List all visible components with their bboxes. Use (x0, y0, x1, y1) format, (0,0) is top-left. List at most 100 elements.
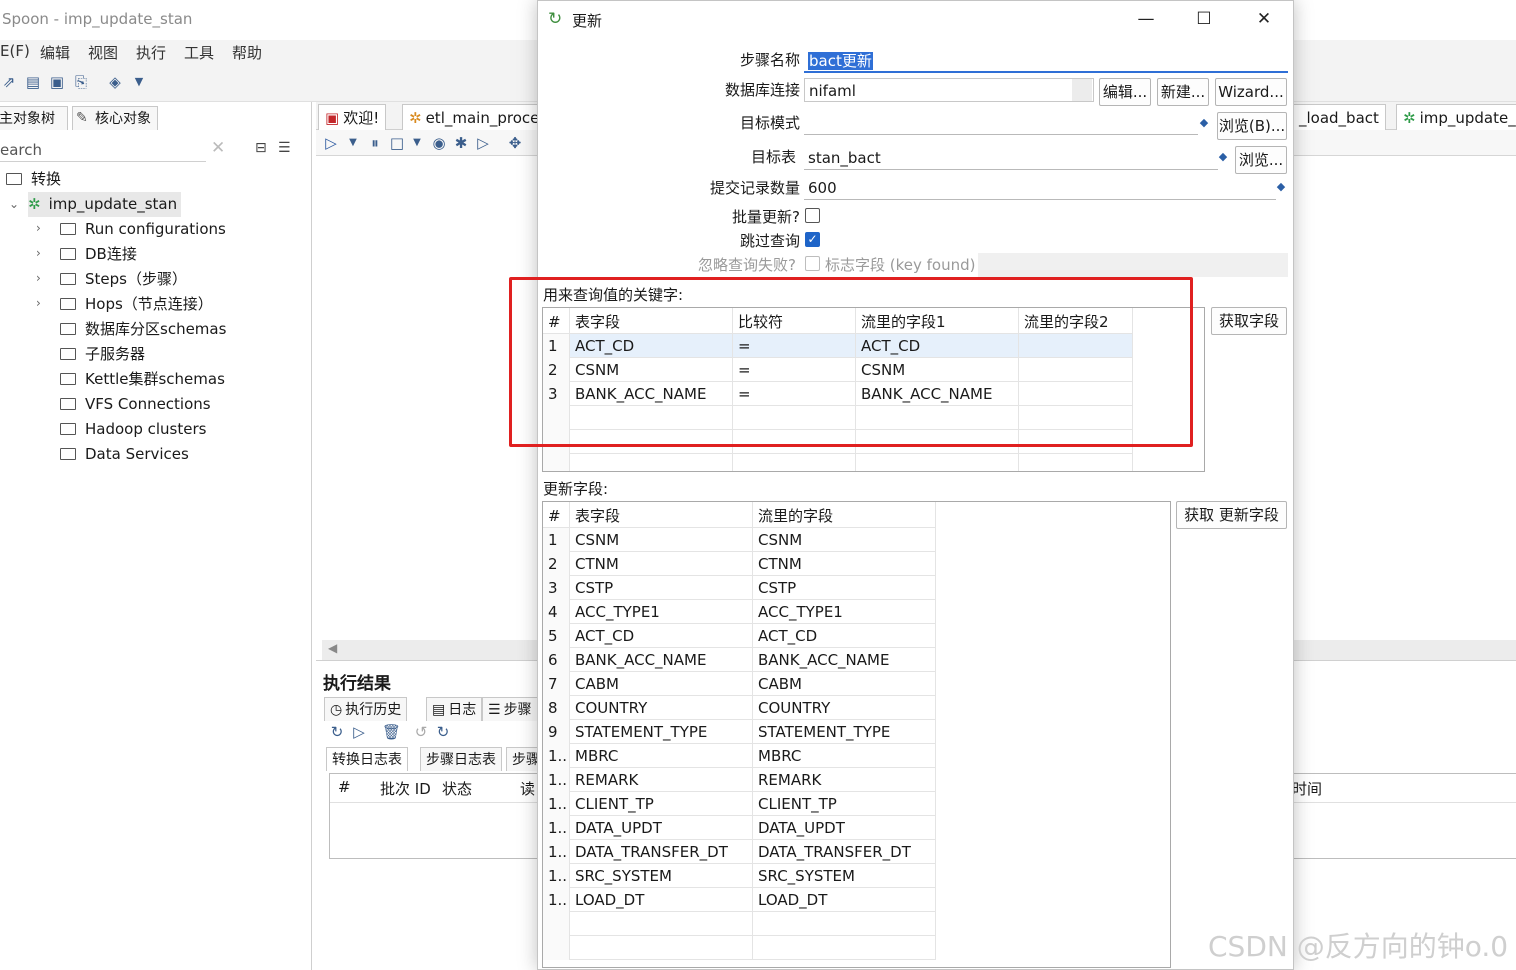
batch-update-checkbox[interactable] (805, 208, 820, 223)
commit-size-input[interactable]: 600 (804, 176, 1276, 200)
update-grid-cell[interactable]: 3 (543, 576, 570, 600)
update-grid-cell[interactable] (753, 912, 936, 936)
update-grid-cell[interactable]: ACT_CD (570, 624, 753, 648)
update-grid-cell[interactable]: REMARK (753, 768, 936, 792)
key-grid-cell[interactable] (1019, 454, 1133, 471)
key-grid-row[interactable] (543, 454, 1133, 471)
replay-icon[interactable]: ▷ (350, 723, 368, 741)
update-grid-row[interactable]: 7 CABM CABM (543, 672, 936, 696)
update-grid-row[interactable]: 1.. MBRC MBRC (543, 744, 936, 768)
browse-table-button[interactable]: 浏览... (1235, 146, 1287, 174)
tab-welcome[interactable]: ▣ 欢迎! (318, 104, 387, 130)
key-grid-row[interactable] (543, 406, 1133, 430)
update-grid-row[interactable]: 6 BANK_ACC_NAME BANK_ACC_NAME (543, 648, 936, 672)
update-grid-row[interactable]: 1.. REMARK REMARK (543, 768, 936, 792)
tree-item[interactable]: DB连接 (60, 242, 137, 267)
update-grid-row[interactable]: 1.. DATA_TRANSFER_DT DATA_TRANSFER_DT (543, 840, 936, 864)
chevron-down-icon[interactable]: ▼ (344, 134, 362, 152)
update-grid-cell[interactable]: 9 (543, 720, 570, 744)
key-grid-cell[interactable] (543, 406, 570, 430)
tree-item[interactable]: Kettle集群schemas (60, 367, 225, 392)
update-grid-row[interactable]: 1.. CLIENT_TP CLIENT_TP (543, 792, 936, 816)
key-grid-cell[interactable]: 1 (543, 334, 570, 358)
menu-view[interactable]: 视图 (88, 42, 118, 63)
tab-step-log[interactable]: 步骤日志表 (420, 747, 502, 771)
key-grid-cell[interactable]: = (733, 334, 856, 358)
update-grid-cell[interactable]: 1.. (543, 864, 570, 888)
update-grid-cell[interactable]: DATA_UPDT (753, 816, 936, 840)
chevron-down-icon[interactable]: ▼ (408, 134, 426, 152)
get-fields-button[interactable]: 获取字段 (1211, 307, 1287, 335)
update-grid-cell[interactable]: LOAD_DT (570, 888, 753, 912)
update-grid-row[interactable]: 4 ACC_TYPE1 ACC_TYPE1 (543, 600, 936, 624)
update-grid-cell[interactable] (570, 912, 753, 936)
tab-log[interactable]: ▤ 日志 (426, 697, 483, 721)
key-grid-cell[interactable]: ACT_CD (856, 334, 1019, 358)
expand-tree-icon[interactable]: ☰ (278, 140, 291, 156)
tree-item-transform[interactable]: ✲ imp_update_stan (28, 192, 182, 217)
key-grid-cell[interactable]: CSNM (856, 358, 1019, 382)
update-grid-cell[interactable]: DATA_TRANSFER_DT (753, 840, 936, 864)
update-grid-cell[interactable]: REMARK (570, 768, 753, 792)
update-grid-cell[interactable]: CSTP (570, 576, 753, 600)
tab-trans-log[interactable]: 转换日志表 (326, 747, 408, 771)
flag-field-input[interactable] (978, 253, 1288, 277)
update-grid-cell[interactable]: ACT_CD (753, 624, 936, 648)
target-schema-input[interactable] (804, 111, 1198, 135)
wizard-button[interactable]: Wizard... (1215, 78, 1287, 106)
update-grid-cell[interactable]: MBRC (570, 744, 753, 768)
update-grid-cell[interactable] (543, 936, 570, 960)
key-grid-cell[interactable] (570, 454, 733, 471)
update-grid-cell[interactable]: 7 (543, 672, 570, 696)
update-grid-cell[interactable]: CSNM (570, 528, 753, 552)
key-grid-col-header[interactable]: 表字段 (570, 308, 733, 334)
search-input[interactable]: earch (0, 138, 206, 162)
key-grid-cell[interactable] (856, 406, 1019, 430)
step-name-input[interactable]: bact更新 (804, 49, 1288, 73)
update-grid-row[interactable]: 2 CTNM CTNM (543, 552, 936, 576)
update-grid-cell[interactable]: CSNM (753, 528, 936, 552)
stop-icon[interactable]: □ (388, 134, 406, 152)
chevron-down-icon[interactable]: ⌄ (9, 197, 19, 211)
key-grid-cell[interactable]: 2 (543, 358, 570, 382)
update-grid-cell[interactable]: MBRC (753, 744, 936, 768)
key-grid-col-header[interactable]: 比较符 (733, 308, 856, 334)
verify-icon[interactable]: ✥ (506, 134, 524, 152)
key-grid-cell[interactable] (570, 430, 733, 454)
key-grid-cell[interactable] (543, 430, 570, 454)
update-grid-cell[interactable]: DATA_UPDT (570, 816, 753, 840)
key-grid-cell[interactable] (1019, 406, 1133, 430)
edit-connection-button[interactable]: 编辑... (1099, 78, 1151, 106)
update-fields-grid[interactable]: # 表字段 流里的字段 1 CSNM CSNM 2 CTNM CTNM 3 CSTP CSTP 4 ACC… (542, 501, 1171, 968)
key-lookup-grid[interactable]: # 表字段 比较符 流里的字段1 流里的字段2 1 ACT_CD = ACT_CD 2 CSNM = C… (542, 307, 1205, 472)
update-grid-cell[interactable] (570, 936, 753, 960)
update-grid-cell[interactable]: BANK_ACC_NAME (570, 648, 753, 672)
save-icon[interactable]: ▣ (48, 73, 66, 91)
update-grid-cell[interactable]: CSTP (753, 576, 936, 600)
update-grid-cell[interactable]: COUNTRY (570, 696, 753, 720)
update-grid-cell[interactable] (543, 912, 570, 936)
menu-edit[interactable]: 编辑 (40, 42, 70, 63)
tree-item[interactable]: VFS Connections (60, 392, 211, 417)
update-grid-row[interactable]: 5 ACT_CD ACT_CD (543, 624, 936, 648)
update-grid-row[interactable]: 1.. LOAD_DT LOAD_DT (543, 888, 936, 912)
undo-icon[interactable]: ↺ (412, 723, 430, 741)
key-grid-cell[interactable] (733, 430, 856, 454)
update-grid-cell[interactable]: CABM (570, 672, 753, 696)
key-grid-cell[interactable]: 3 (543, 382, 570, 406)
update-grid-cell[interactable]: SRC_SYSTEM (753, 864, 936, 888)
update-grid-row[interactable]: 3 CSTP CSTP (543, 576, 936, 600)
tab-main-tree[interactable]: 主对象树 (0, 106, 68, 130)
explore-icon[interactable]: ▤ (24, 73, 42, 91)
tree-item[interactable]: Hops（节点连接） (60, 292, 213, 317)
chevron-right-icon[interactable]: › (36, 271, 41, 285)
get-update-fields-button[interactable]: 获取 更新字段 (1176, 501, 1287, 529)
menu-help[interactable]: 帮助 (232, 42, 262, 63)
key-grid-row[interactable] (543, 430, 1133, 454)
refresh-icon[interactable]: ↻ (328, 723, 346, 741)
tab-load-bact[interactable]: _load_bact (1292, 104, 1386, 130)
clear-search-icon[interactable]: ✕ (211, 138, 225, 158)
key-grid-cell[interactable] (733, 454, 856, 471)
update-grid-cell[interactable]: SRC_SYSTEM (570, 864, 753, 888)
key-grid-cell[interactable]: BANK_ACC_NAME (570, 382, 733, 406)
